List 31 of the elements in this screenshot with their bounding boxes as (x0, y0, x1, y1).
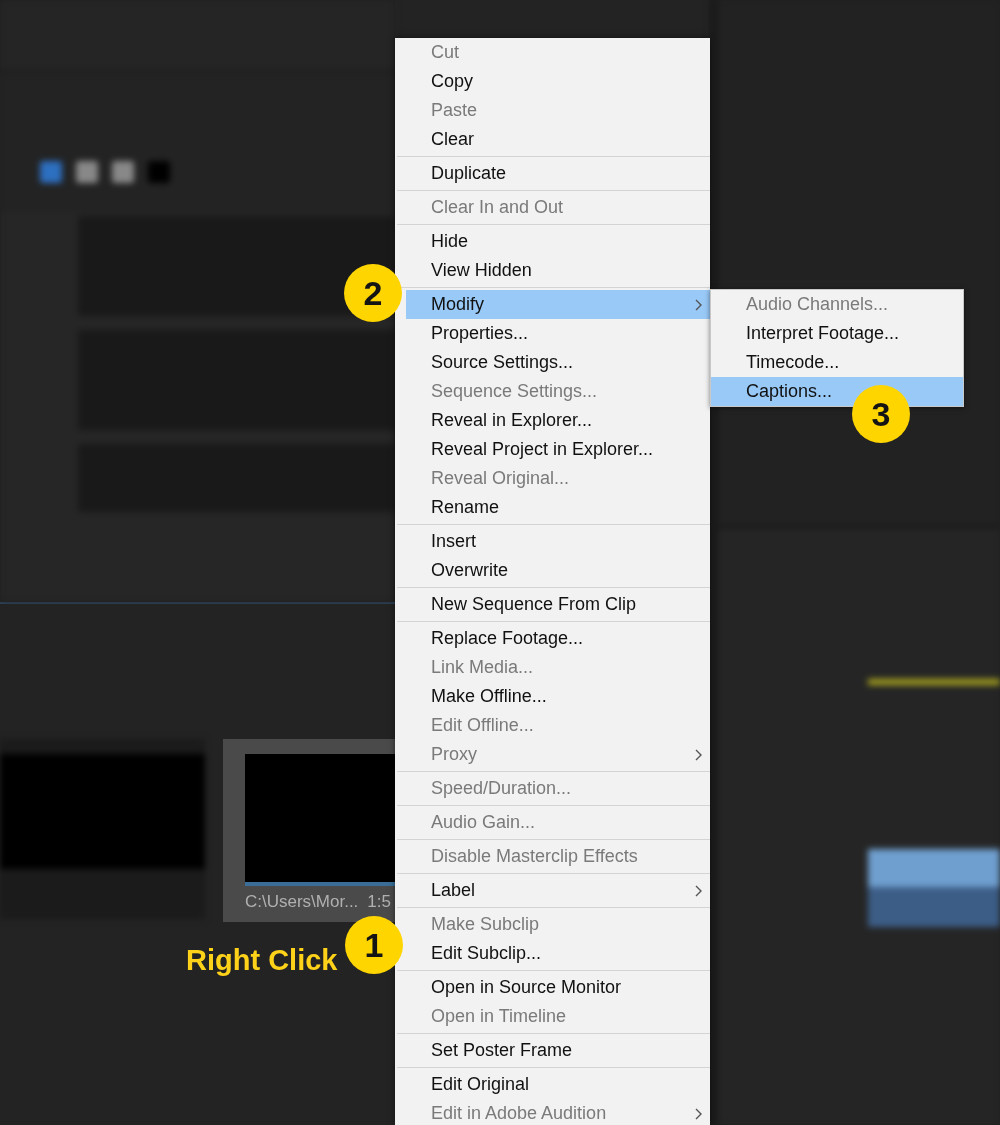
menu-item[interactable]: Edit Original (406, 1070, 710, 1099)
chevron-right-icon (694, 748, 702, 761)
menu-item[interactable]: Overwrite (406, 556, 710, 585)
menu-item[interactable]: Edit Subclip... (406, 939, 710, 968)
clip-thumbnail[interactable]: C:\Users\Mor... 1:5 (223, 739, 395, 922)
clip-duration: 1:5 (367, 892, 391, 911)
menu-item[interactable]: Interpret Footage... (711, 319, 963, 348)
menu-item[interactable]: View Hidden (406, 256, 710, 285)
menu-item[interactable]: Label (406, 876, 710, 905)
chevron-right-icon (694, 298, 702, 311)
menu-item[interactable]: Open in Source Monitor (406, 973, 710, 1002)
clip-path: C:\Users\Mor... (245, 892, 359, 911)
menu-item[interactable]: Replace Footage... (406, 624, 710, 653)
menu-item[interactable]: Copy (406, 67, 710, 96)
chevron-right-icon (694, 1107, 702, 1120)
menu-item[interactable]: Rename (406, 493, 710, 522)
menu-item[interactable]: Clear (406, 125, 710, 154)
menu-item[interactable]: Make Offline... (406, 682, 710, 711)
menu-item[interactable]: Reveal Project in Explorer... (406, 435, 710, 464)
annotation-label: Right Click (186, 944, 338, 977)
chevron-right-icon (694, 884, 702, 897)
menu-item[interactable]: Source Settings... (406, 348, 710, 377)
menu-item[interactable]: Timecode... (711, 348, 963, 377)
menu-item[interactable]: Insert (406, 527, 710, 556)
menu-item[interactable]: New Sequence From Clip (406, 590, 710, 619)
menu-item[interactable]: Reveal in Explorer... (406, 406, 710, 435)
menu-item[interactable]: Modify (406, 290, 710, 319)
menu-item[interactable]: Properties... (406, 319, 710, 348)
menu-item[interactable]: Hide (406, 227, 710, 256)
menu-item[interactable]: Set Poster Frame (406, 1036, 710, 1065)
menu-item[interactable]: Duplicate (406, 159, 710, 188)
